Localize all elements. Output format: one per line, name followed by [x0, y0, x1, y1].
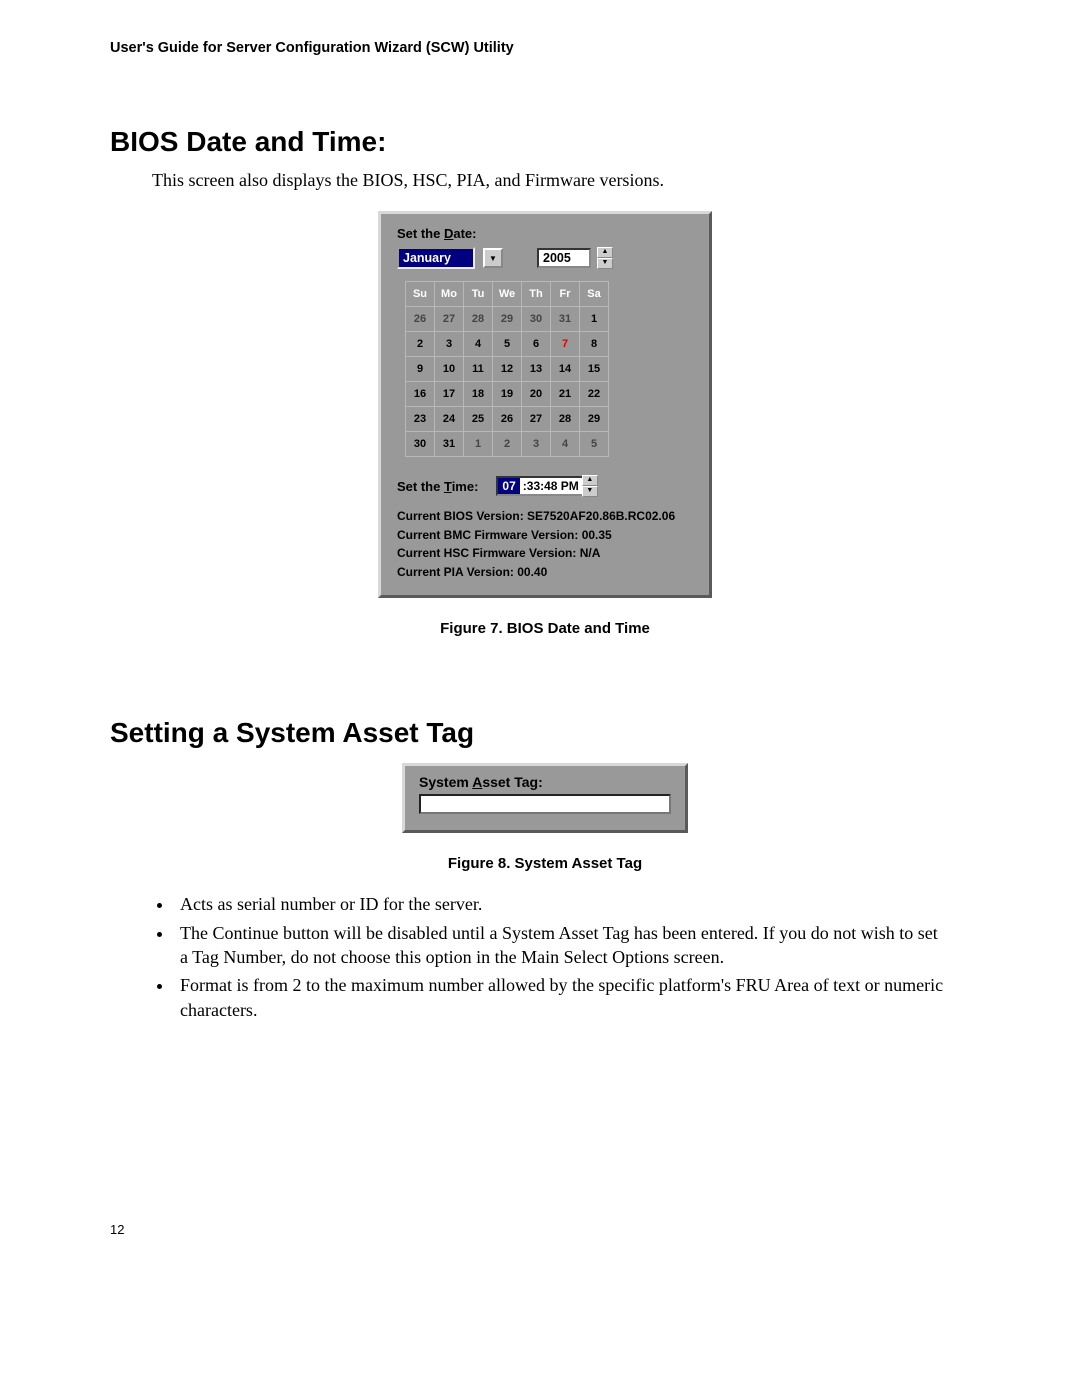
calendar-day-header: Sa — [580, 282, 609, 307]
set-time-label: Set the Time: — [397, 479, 478, 494]
calendar-day-cell[interactable]: 1 — [580, 307, 609, 332]
calendar-day-cell[interactable]: 26 — [493, 407, 522, 432]
calendar-day-cell[interactable]: 5 — [493, 332, 522, 357]
time-rest[interactable]: :33:48 PM — [520, 478, 582, 494]
calendar-day-cell[interactable]: 27 — [435, 307, 464, 332]
calendar-day-cell[interactable]: 4 — [551, 432, 580, 457]
page-number: 12 — [110, 1222, 980, 1237]
asset-tag-notes: Acts as serial number or ID for the serv… — [174, 892, 980, 1021]
bios-version: Current BIOS Version: SE7520AF20.86B.RC0… — [397, 507, 693, 526]
version-info: Current BIOS Version: SE7520AF20.86B.RC0… — [397, 507, 693, 581]
calendar-day-header: Th — [522, 282, 551, 307]
calendar-day-cell[interactable]: 3 — [522, 432, 551, 457]
asset-tag-panel: System Asset Tag: — [402, 763, 688, 833]
calendar-day-header: We — [493, 282, 522, 307]
calendar-day-cell[interactable]: 2 — [406, 332, 435, 357]
section-title-bios: BIOS Date and Time: — [110, 126, 980, 158]
calendar-day-header: Mo — [435, 282, 464, 307]
calendar-day-cell[interactable]: 16 — [406, 382, 435, 407]
year-input[interactable]: 2005 — [537, 248, 591, 268]
figure7-caption: Figure 7. BIOS Date and Time — [110, 620, 980, 637]
calendar-day-cell[interactable]: 30 — [522, 307, 551, 332]
list-item: Format is from 2 to the maximum number a… — [174, 973, 950, 1022]
calendar-day-cell[interactable]: 28 — [464, 307, 493, 332]
hsc-version: Current HSC Firmware Version: N/A — [397, 544, 693, 563]
calendar-day-cell[interactable]: 14 — [551, 357, 580, 382]
set-date-label: Set the Date: — [397, 226, 693, 241]
calendar-day-cell[interactable]: 20 — [522, 382, 551, 407]
bios-date-time-panel: Set the Date: January ▼ 2005 ▲ ▼ SuMoTuW… — [378, 211, 712, 598]
calendar-day-cell[interactable]: 7 — [551, 332, 580, 357]
time-input[interactable]: 07 :33:48 PM — [496, 476, 583, 496]
page-header: User's Guide for Server Configuration Wi… — [110, 40, 980, 56]
calendar-day-cell[interactable]: 4 — [464, 332, 493, 357]
calendar-day-cell[interactable]: 23 — [406, 407, 435, 432]
list-item: The Continue button will be disabled unt… — [174, 921, 950, 970]
calendar-day-header: Tu — [464, 282, 493, 307]
calendar-day-cell[interactable]: 24 — [435, 407, 464, 432]
bmc-version: Current BMC Firmware Version: 00.35 — [397, 526, 693, 545]
calendar-day-cell[interactable]: 9 — [406, 357, 435, 382]
calendar-day-cell[interactable]: 19 — [493, 382, 522, 407]
calendar-day-cell[interactable]: 2 — [493, 432, 522, 457]
time-spin-down[interactable]: ▼ — [582, 486, 598, 497]
calendar-day-cell[interactable]: 29 — [580, 407, 609, 432]
calendar-day-cell[interactable]: 11 — [464, 357, 493, 382]
calendar-day-cell[interactable]: 22 — [580, 382, 609, 407]
calendar-day-cell[interactable]: 17 — [435, 382, 464, 407]
calendar-day-cell[interactable]: 12 — [493, 357, 522, 382]
calendar-day-cell[interactable]: 27 — [522, 407, 551, 432]
figure8-caption: Figure 8. System Asset Tag — [110, 855, 980, 872]
calendar-day-cell[interactable]: 10 — [435, 357, 464, 382]
calendar-day-cell[interactable]: 5 — [580, 432, 609, 457]
calendar-day-cell[interactable]: 3 — [435, 332, 464, 357]
time-hours[interactable]: 07 — [498, 478, 519, 494]
calendar-day-cell[interactable]: 1 — [464, 432, 493, 457]
calendar-day-header: Fr — [551, 282, 580, 307]
year-spin-down[interactable]: ▼ — [597, 258, 613, 269]
month-dropdown[interactable]: January — [397, 247, 475, 269]
calendar-day-header: Su — [406, 282, 435, 307]
calendar-day-cell[interactable]: 31 — [435, 432, 464, 457]
section-title-asset: Setting a System Asset Tag — [110, 717, 980, 749]
calendar-day-cell[interactable]: 21 — [551, 382, 580, 407]
calendar-day-cell[interactable]: 6 — [522, 332, 551, 357]
calendar-day-cell[interactable]: 18 — [464, 382, 493, 407]
asset-tag-input[interactable] — [419, 794, 671, 814]
calendar-day-cell[interactable]: 29 — [493, 307, 522, 332]
month-dropdown-button[interactable]: ▼ — [483, 248, 503, 268]
calendar-day-cell[interactable]: 28 — [551, 407, 580, 432]
calendar-day-cell[interactable]: 30 — [406, 432, 435, 457]
calendar-day-cell[interactable]: 31 — [551, 307, 580, 332]
year-spin-up[interactable]: ▲ — [597, 247, 613, 258]
year-spinner[interactable]: ▲ ▼ — [597, 247, 613, 269]
pia-version: Current PIA Version: 00.40 — [397, 563, 693, 582]
calendar-day-cell[interactable]: 13 — [522, 357, 551, 382]
time-spinner[interactable]: ▲ ▼ — [582, 475, 598, 497]
time-spin-up[interactable]: ▲ — [582, 475, 598, 486]
calendar-day-cell[interactable]: 8 — [580, 332, 609, 357]
list-item: Acts as serial number or ID for the serv… — [174, 892, 950, 916]
asset-tag-label: System Asset Tag: — [419, 774, 671, 790]
calendar-day-cell[interactable]: 15 — [580, 357, 609, 382]
section-intro: This screen also displays the BIOS, HSC,… — [152, 170, 980, 191]
month-value: January — [403, 251, 451, 265]
calendar-day-cell[interactable]: 26 — [406, 307, 435, 332]
calendar-grid[interactable]: SuMoTuWeThFrSa 2627282930311234567891011… — [405, 281, 609, 457]
calendar-day-cell[interactable]: 25 — [464, 407, 493, 432]
